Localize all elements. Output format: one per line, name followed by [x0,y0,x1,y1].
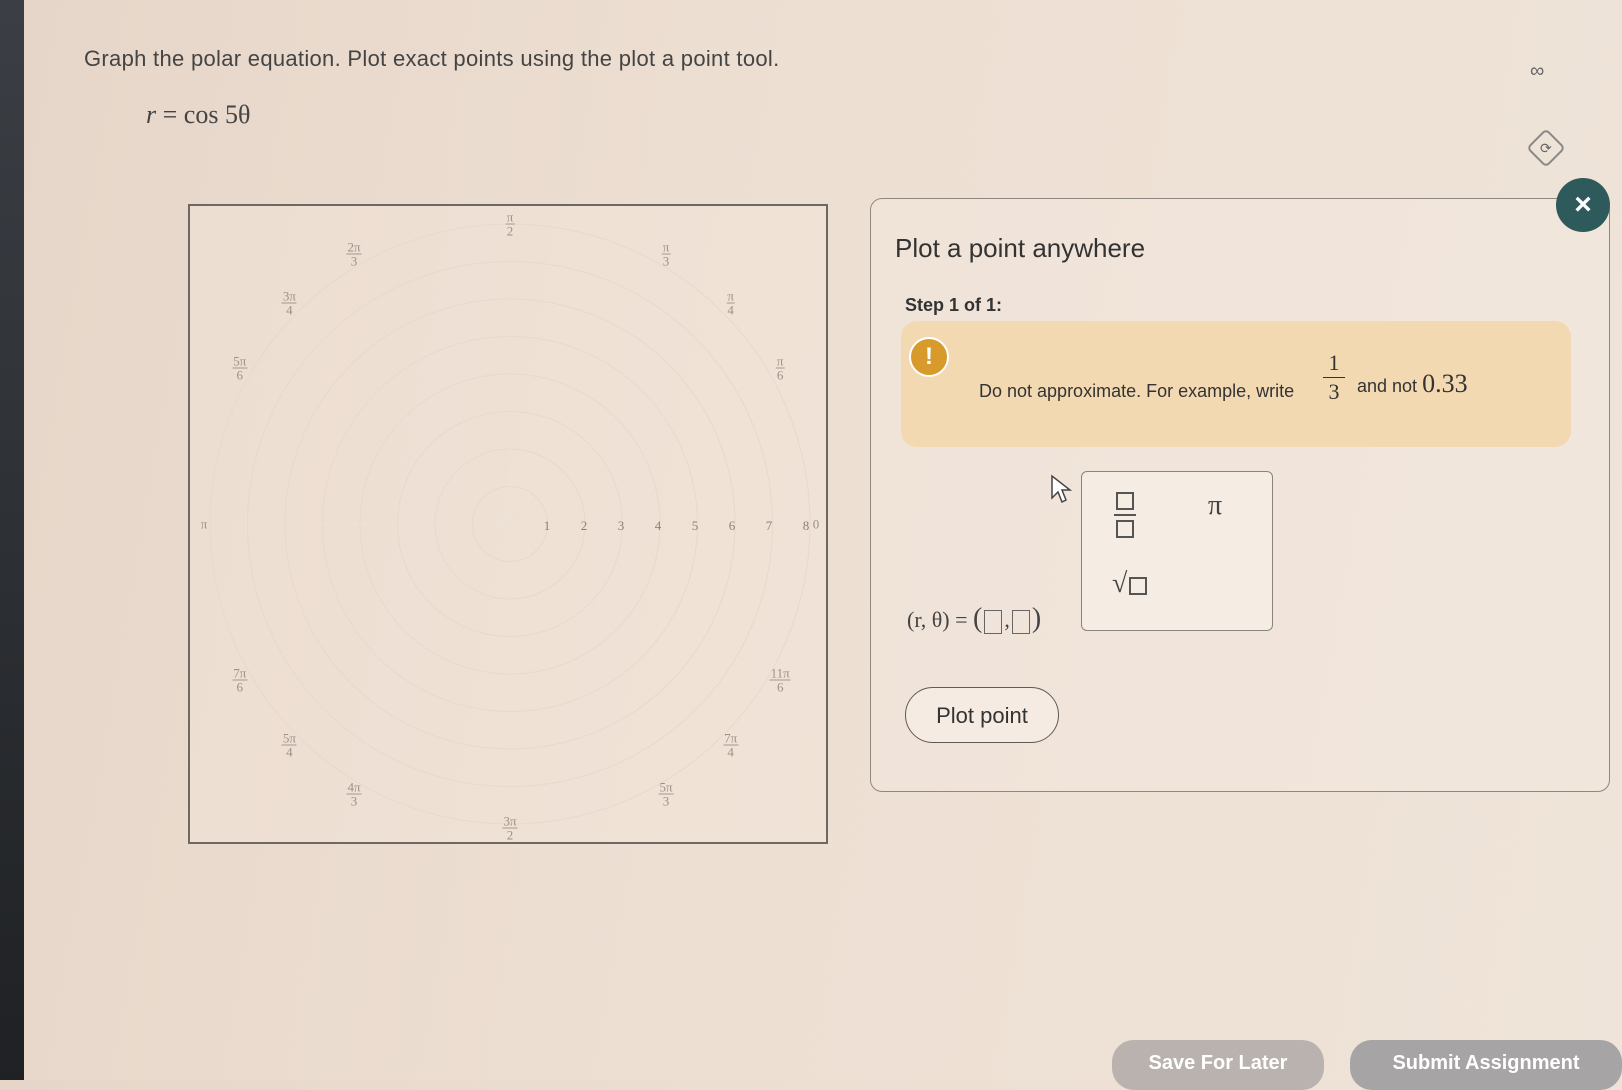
equation: r = cos 5θ [146,100,250,130]
angle-label: 11π 6 [769,665,791,695]
angle-label: π3 [661,239,671,269]
angle-label: 4π 3 [346,779,362,809]
grid-spoke [297,523,511,737]
rtheta-label: (r, θ) = [907,607,968,632]
warning-text: Do not approximate. For example, write [979,381,1295,401]
warning-tail: and not 0.33 [1357,369,1468,399]
grid-spoke [509,523,723,737]
grid-spoke [249,373,511,525]
angle-label: 7π 6 [232,665,248,695]
angle-label: 3π 2 [502,813,518,843]
math-keypad: π √ [1081,471,1273,631]
refresh-glyph: ⟳ [1540,139,1552,156]
angle-label: 5π 6 [232,353,248,383]
panel-title: Plot a point anywhere [895,233,1146,263]
warning-tail-text: and not [1357,376,1418,396]
angle-label: 0 [812,516,820,532]
angle-label: π [200,516,208,532]
sqrt-icon: √ [1112,568,1128,599]
warning-icon: ! [909,337,949,377]
fraction-key-bar [1114,514,1136,516]
sqrt-key-box [1129,576,1148,595]
submit-assignment-button[interactable]: Submit Assignment [1350,1040,1622,1090]
r-input[interactable] [984,609,1003,634]
open-paren: ( [973,603,983,634]
grid-spoke [509,523,771,675]
radial-label: 2 [580,518,588,533]
close-paren: ) [1031,603,1042,634]
radial-label: 3 [617,518,625,533]
tool-panel: Plot a point anywhere Step 1 of 1: ! Do … [870,198,1610,792]
warning-fraction: 1 3 [1323,349,1345,406]
radial-label: 8 [802,518,810,533]
radial-label: 6 [728,518,736,533]
point-entry: (r, θ) = (,) [907,603,1042,634]
plot-point-button[interactable]: Plot point [905,687,1059,743]
angle-label: 3π 4 [281,288,297,318]
grid-spoke [509,523,661,785]
warning-value: 0.33 [1422,369,1468,398]
grid-spoke [359,523,511,785]
save-for-later-button[interactable]: Save For Later [1112,1040,1324,1090]
grid-spoke [509,263,661,525]
radial-label: 1 [543,518,551,533]
pi-key[interactable]: π [1208,490,1222,522]
fraction-denominator: 3 [1328,379,1340,404]
fraction-numerator: 1 [1323,349,1345,378]
radial-label: 4 [654,518,662,533]
mouse-cursor-icon [1051,474,1072,504]
warning-banner: ! Do not approximate. For example, write… [901,321,1571,447]
polar-graph[interactable]: π 2 π 3 π 4 π 6 0 11π 6 7π 4 5π 3 3π 2 4π 3 5π 4 7π 6 π 5π 6 3π 4 2π… [188,204,828,844]
grid-spoke [297,311,511,525]
radial-label: 7 [765,518,773,533]
fraction-key-top-icon [1116,492,1134,510]
equation-lhs: r [146,100,157,129]
angle-label: 5π 3 [658,779,674,809]
sqrt-key[interactable]: √ [1112,568,1148,600]
theta-input[interactable] [1011,609,1030,634]
fraction-key[interactable] [1114,492,1136,538]
grid-spoke [249,523,511,675]
glasses-icon[interactable]: ∞ [1530,60,1544,83]
equation-rhs: = cos 5θ [156,100,251,129]
angle-label: π4 [726,288,735,318]
instruction-text: Graph the polar equation. Plot exact poi… [84,46,780,71]
angle-label: 5π 4 [281,730,297,760]
angle-label: π6 [775,353,785,383]
fraction-key-bottom-icon [1116,520,1134,538]
grid-spoke [509,373,771,525]
angle-label: 7π 4 [723,730,739,760]
step-label: Step 1 of 1: [905,295,1003,315]
grid-spoke [509,311,723,525]
angle-label: π2 [505,209,515,239]
radial-label: 5 [691,518,699,533]
refresh-icon[interactable]: ⟳ [1526,128,1566,168]
close-button[interactable]: × [1556,178,1610,232]
angle-label: 2π 3 [346,239,362,269]
grid-spoke [359,263,511,525]
left-edge [0,0,24,1080]
